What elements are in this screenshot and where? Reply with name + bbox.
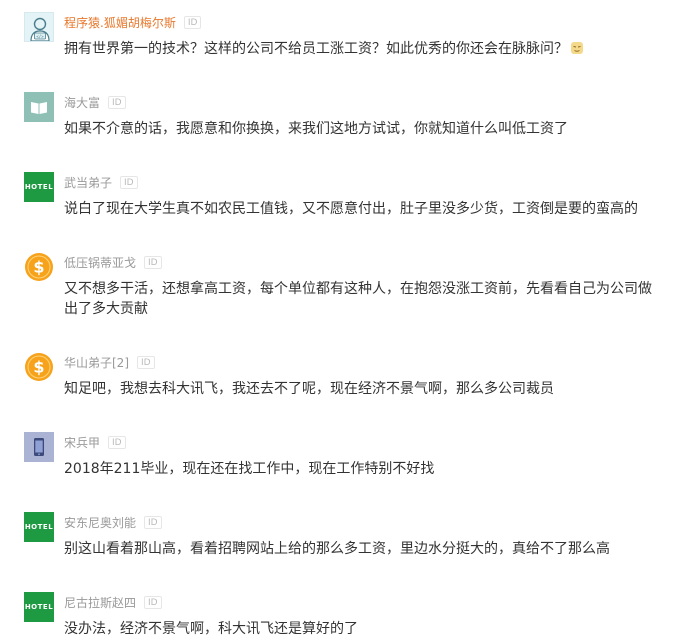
comment-text: 说白了现在大学生真不如农民工值钱，又不愿意付出，肚子里没多少货，工资倒是要的蛮高… — [64, 201, 638, 217]
id-badge: ID — [108, 435, 126, 449]
comment-text: 别这山看着那山高，看着招聘网站上给的那么多工资，里边水分挺大的，真给不了那么高 — [64, 541, 610, 557]
id-badge: ID — [183, 15, 202, 29]
svg-text:</>: </> — [36, 34, 44, 39]
comment-text: 拥有世界第一的技术？这样的公司不给员工涨工资？如此优秀的你还会在脉脉问？ — [64, 39, 664, 59]
dollar-coin-avatar-icon[interactable]: $ — [24, 352, 54, 382]
id-badge: ID — [137, 355, 155, 369]
comment-text: 又不想多干活，还想拿高工资，每个单位都有这种人，在抱怨没涨工资前，先看看自己为公… — [64, 281, 652, 317]
comment-text-content: 拥有世界第一的技术？这样的公司不给员工涨工资？如此优秀的你还会在脉脉问？ — [64, 41, 568, 57]
id-badge: ID — [108, 95, 126, 109]
hotel-avatar-icon[interactable]: HOTEL — [24, 512, 54, 542]
hotel-avatar-icon[interactable]: HOTEL — [24, 592, 54, 622]
dollar-coin-avatar-icon[interactable]: $ — [24, 252, 54, 282]
comment-username[interactable]: 尼古拉斯赵四 — [64, 594, 136, 611]
coder-avatar-icon[interactable]: </> — [24, 12, 54, 42]
comment-text: 没办法，经济不景气啊，科大讯飞还是算好的了 — [64, 621, 358, 637]
id-badge: ID — [144, 255, 162, 269]
comment-text: 知足吧，我想去科大讯飞，我还去不了呢，现在经济不景气啊，那么多公司裁员 — [64, 381, 554, 397]
book-avatar-icon[interactable] — [24, 92, 54, 122]
comment-username[interactable]: 海大富 — [64, 94, 100, 111]
comment-username[interactable]: 低压锅蒂亚戈 — [64, 254, 136, 271]
comment-username[interactable]: 程序猿.狐媚胡梅尔斯 — [64, 14, 176, 31]
comment-text: 如果不介意的话，我愿意和你换换，来我们这地方试试，你就知道什么叫低工资了 — [64, 121, 568, 137]
svg-text:$: $ — [33, 258, 44, 277]
id-badge: ID — [120, 175, 138, 189]
phone-avatar-icon[interactable] — [24, 432, 54, 462]
comment-username[interactable]: 华山弟子[2] — [64, 354, 129, 371]
comment-username[interactable]: 武当弟子 — [64, 174, 112, 191]
smug-emoji-icon — [570, 41, 584, 55]
id-badge: ID — [144, 595, 162, 609]
svg-text:$: $ — [33, 358, 44, 377]
hotel-avatar-icon[interactable]: HOTEL — [24, 172, 54, 202]
comment-username[interactable]: 安东尼奥刘能 — [64, 514, 136, 531]
comment-username[interactable]: 宋兵甲 — [64, 434, 100, 451]
comment-text: 2018年211毕业，现在还在找工作中，现在工作特别不好找 — [64, 461, 435, 477]
id-badge: ID — [144, 515, 162, 529]
